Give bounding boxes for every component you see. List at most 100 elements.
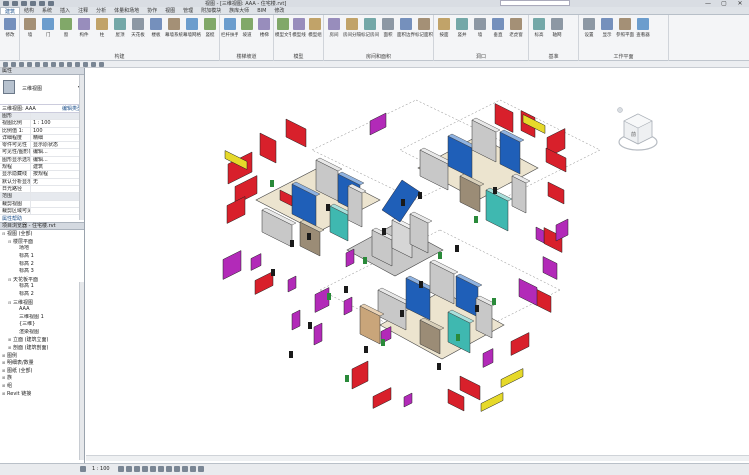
facade-panel-magenta[interactable] [482,348,494,368]
thin-lines-icon[interactable] [83,62,88,67]
property-row[interactable]: 可见性/图形替换编辑... [0,149,84,157]
property-value[interactable]: 显示原状态 [30,142,84,149]
ribbon-button-1-7[interactable]: 楼板 [147,18,165,48]
save-icon[interactable] [11,62,16,67]
browser-item[interactable]: 三维视图 1 [0,314,84,322]
tag-icon[interactable] [51,62,56,67]
facade-panel-magenta[interactable] [287,275,297,293]
browser-item[interactable]: ⊟ 视图 (全部) [0,230,84,238]
section-icon[interactable] [75,62,80,67]
browser-item[interactable]: {三维} [0,321,84,329]
window-frame[interactable] [345,375,349,382]
property-value[interactable] [30,185,84,193]
tab-11[interactable]: 族库大师 [225,7,253,14]
window-frame[interactable] [289,351,293,358]
ribbon-button-7-2[interactable]: 参照平面 [616,18,634,48]
browser-item[interactable]: ⊞ Revit 链接 [0,390,84,398]
browser-item[interactable]: ⊟ 天花板平面 [0,276,84,284]
property-row[interactable]: 裁剪视图 [0,200,84,208]
property-value[interactable]: 建筑 [30,164,84,171]
ribbon-button-1-1[interactable]: 门 [39,18,57,48]
facade-panel-magenta[interactable] [518,278,538,306]
browser-scrollbar[interactable] [79,282,84,460]
ribbon-button-2-0[interactable]: 栏杆扶手 [221,18,238,48]
property-row[interactable]: 视图比例 1 : 100 [0,120,84,128]
window-frame[interactable] [401,199,405,206]
ribbon-button-1-3[interactable]: 构件 [75,18,93,48]
ribbon-button-5-2[interactable]: 墙 [471,18,489,48]
ribbon-button-0-0[interactable]: 修改 [1,18,19,48]
facade-panel-magenta[interactable] [313,322,323,346]
property-value[interactable] [30,193,84,200]
temporary-hide-icon[interactable] [182,466,188,472]
ribbon-button-5-1[interactable]: 竖井 [453,18,471,48]
ribbon-button-4-2[interactable]: 标记房间 [361,18,379,48]
properties-scrollbar[interactable] [79,75,84,220]
facade-panel-magenta[interactable] [314,287,330,313]
undo-icon[interactable] [19,62,24,67]
shadows-icon[interactable] [142,466,148,472]
visual-style-icon[interactable] [126,466,132,472]
3d-view-icon[interactable] [67,62,72,67]
property-value[interactable] [30,207,84,215]
property-value[interactable]: 1 : 100 [30,120,84,127]
close-hidden-icon[interactable] [91,62,96,67]
balcony-rail-yellow[interactable] [480,392,504,412]
ribbon-button-4-3[interactable]: 面积 [379,18,397,48]
tab-12[interactable]: BIM [253,7,270,14]
property-value[interactable]: 无 [30,178,84,185]
show-crop-icon[interactable] [166,466,172,472]
property-row[interactable]: 裁剪区域可见 [0,207,84,216]
facade-panel-magenta[interactable] [291,309,301,331]
tab-3[interactable]: 插入 [56,7,74,14]
window-frame[interactable] [455,245,459,252]
lock-3d-icon[interactable] [174,466,180,472]
open-icon[interactable] [12,1,18,6]
facade-panel-magenta[interactable] [535,226,545,244]
property-value[interactable]: 精细 [30,134,84,142]
facade-panel-red[interactable] [494,103,514,133]
window-frame[interactable] [474,216,478,223]
ribbon-button-7-1[interactable]: 显示 [598,18,616,48]
save-icon[interactable] [21,1,27,6]
window-frame[interactable] [344,286,348,293]
window-frame[interactable] [418,192,422,199]
browser-item[interactable]: ⊞ 图纸 (全部) [0,367,84,375]
window-frame[interactable] [437,363,441,370]
sun-path-icon[interactable] [134,466,140,472]
property-value[interactable]: 编辑... [30,156,84,164]
ribbon-button-3-1[interactable]: 模型线 [291,18,307,48]
tab-5[interactable]: 分析 [92,7,110,14]
facade-panel-magenta[interactable] [345,248,355,268]
ribbon-button-2-2[interactable]: 楼梯 [256,18,273,48]
worksharing-icon[interactable] [198,466,204,472]
ribbon-button-6-1[interactable]: 轴网 [548,18,566,48]
tab-8[interactable]: 视图 [161,7,179,14]
modify-icon[interactable] [3,62,8,67]
browser-item[interactable]: ⊟ 三维视图 [0,299,84,307]
window-frame[interactable] [326,204,330,211]
ribbon-button-4-4[interactable]: 面积边界 [397,18,415,48]
property-row[interactable]: 显示隐藏线 按规程 [0,171,84,179]
window-frame[interactable] [327,293,331,300]
balcony-rail-yellow[interactable] [500,368,524,388]
tab-1[interactable]: 结构 [20,7,38,14]
facade-panel-red[interactable] [547,181,565,205]
tab-13[interactable]: 修改 [270,7,288,14]
property-row[interactable]: 范围 [0,193,84,201]
reveal-hidden-icon[interactable] [190,466,196,472]
facade-panel-red[interactable] [372,387,392,409]
browser-item[interactable]: ⊞ 图例 [0,352,84,360]
property-row[interactable]: 详细程度 精细 [0,134,84,143]
facade-panel-red[interactable] [351,360,369,390]
text-icon[interactable] [59,62,64,67]
property-row[interactable]: 图形 [0,113,84,121]
redo-icon[interactable] [27,62,32,67]
ribbon-button-1-6[interactable]: 天花板 [129,18,147,48]
properties-help-link[interactable]: 属性帮助 [0,215,84,224]
window-frame[interactable] [492,298,496,305]
undo-icon[interactable] [30,1,36,6]
facade-panel-red[interactable] [285,118,307,148]
facade-panel-magenta[interactable] [542,256,558,280]
ribbon-button-5-0[interactable]: 按面 [435,18,453,48]
